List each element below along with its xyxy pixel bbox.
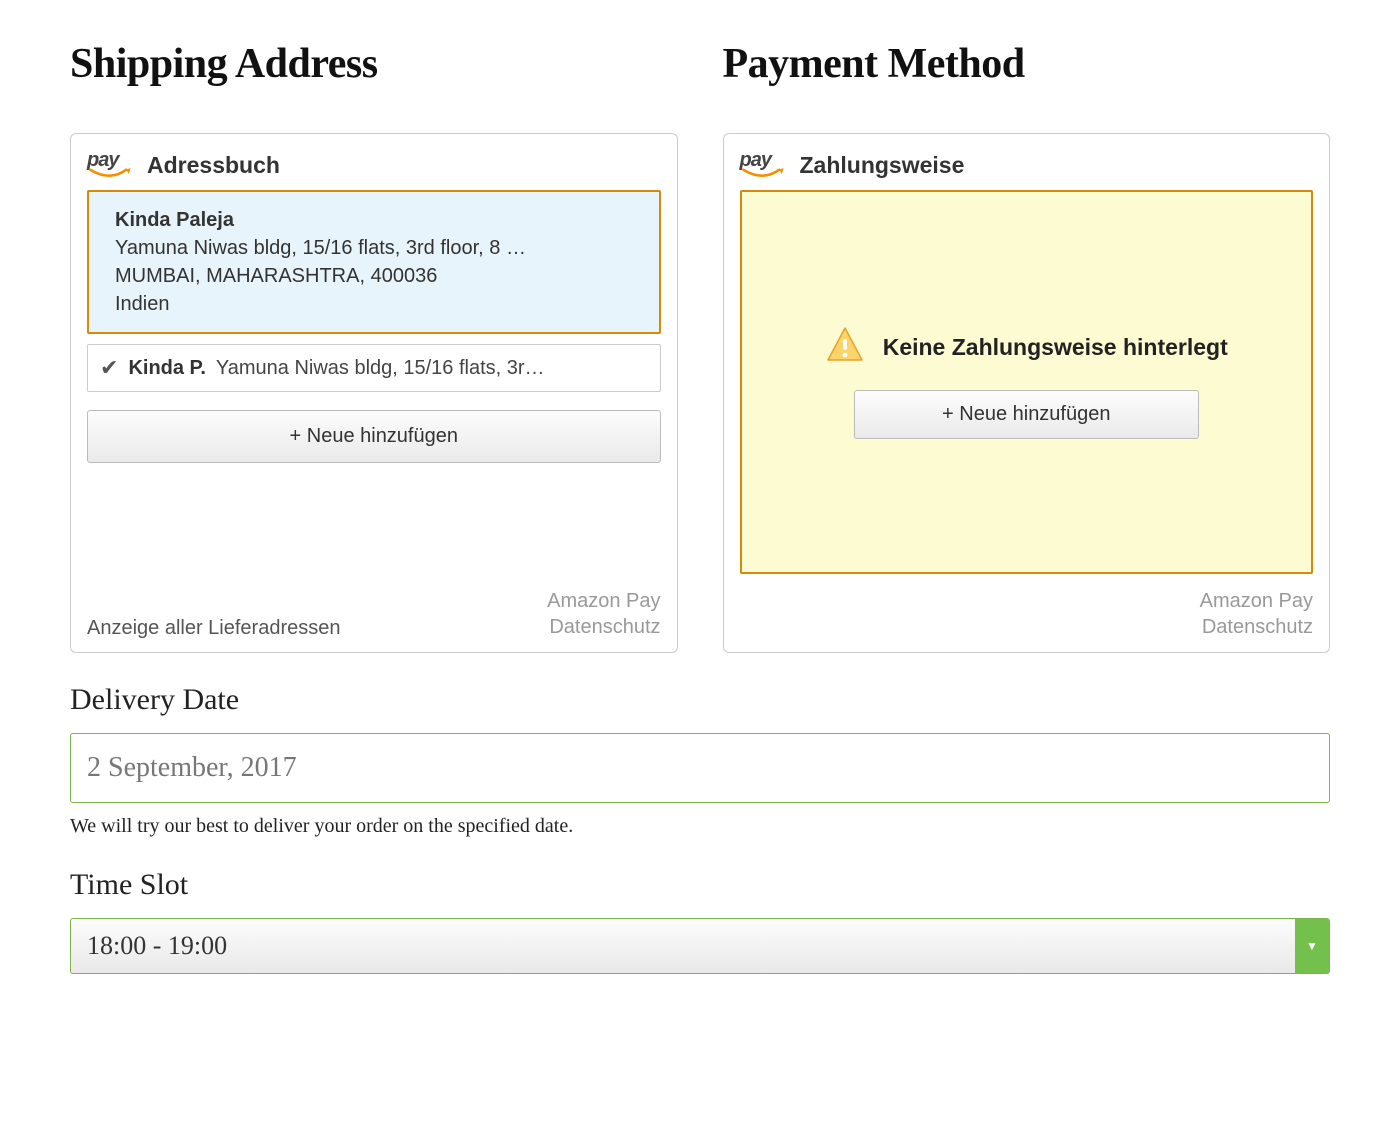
privacy-link[interactable]: Datenschutz	[1200, 614, 1313, 640]
payment-footer-links: Amazon Pay Datenschutz	[1200, 588, 1313, 640]
payment-empty-box: Keine Zahlungsweise hinterlegt + Neue hi…	[740, 190, 1314, 574]
show-all-addresses-link[interactable]: Anzeige aller Lieferadressen	[87, 617, 341, 640]
selected-address-card[interactable]: Kinda Paleja Yamuna Niwas bldg, 15/16 fl…	[87, 190, 661, 334]
warning-icon	[825, 325, 865, 370]
checkmark-icon: ✔	[100, 355, 118, 381]
shipping-column: Shipping Address pay Adressbuch Kinda Pa…	[70, 40, 678, 653]
payment-warning-text: Keine Zahlungsweise hinterlegt	[883, 334, 1228, 361]
shipping-title: Shipping Address	[70, 40, 678, 88]
delivery-date-note: We will try our best to deliver your ord…	[70, 815, 1330, 838]
address-name: Kinda Paleja	[115, 206, 633, 234]
address-option-rest: Yamuna Niwas bldg, 15/16 flats, 3r…	[216, 357, 545, 380]
payment-warning-line: Keine Zahlungsweise hinterlegt	[825, 325, 1228, 370]
payment-panel-footer: Amazon Pay Datenschutz	[740, 588, 1314, 640]
delivery-date-label: Delivery Date	[70, 683, 1330, 717]
add-payment-button[interactable]: + Neue hinzufügen	[854, 390, 1199, 439]
shipping-panel-header: pay Adressbuch	[87, 150, 661, 180]
shipping-panel-title: Adressbuch	[147, 152, 280, 179]
address-line1: Yamuna Niwas bldg, 15/16 flats, 3rd floo…	[115, 234, 633, 262]
payment-panel: pay Zahlungsweise Keine Zahlungsweise hi…	[723, 133, 1331, 653]
amazon-pay-icon: pay	[87, 150, 133, 180]
timeslot-label: Time Slot	[70, 868, 1330, 902]
payment-column: Payment Method pay Zahlungsweise	[723, 40, 1331, 653]
address-option[interactable]: ✔ Kinda P. Yamuna Niwas bldg, 15/16 flat…	[87, 344, 661, 392]
shipping-footer-links: Amazon Pay Datenschutz	[547, 588, 660, 640]
amazon-pay-link[interactable]: Amazon Pay	[547, 588, 660, 614]
timeslot-select[interactable]: 18:00 - 19:00 ▼	[70, 918, 1330, 974]
shipping-panel: pay Adressbuch Kinda Paleja Yamuna Niwas…	[70, 133, 678, 653]
timeslot-value: 18:00 - 19:00	[71, 919, 1295, 973]
address-option-name: Kinda P.	[128, 357, 205, 380]
amazon-pay-icon: pay	[740, 150, 786, 180]
address-line2: MUMBAI, MAHARASHTRA, 400036	[115, 262, 633, 290]
payment-title: Payment Method	[723, 40, 1331, 88]
payment-panel-header: pay Zahlungsweise	[740, 150, 1314, 180]
chevron-down-icon: ▼	[1295, 919, 1329, 973]
delivery-date-input[interactable]	[70, 733, 1330, 803]
shipping-panel-footer: Anzeige aller Lieferadressen Amazon Pay …	[87, 588, 661, 640]
privacy-link[interactable]: Datenschutz	[547, 614, 660, 640]
add-address-button[interactable]: + Neue hinzufügen	[87, 410, 661, 463]
amazon-pay-link[interactable]: Amazon Pay	[1200, 588, 1313, 614]
address-country: Indien	[115, 290, 633, 318]
top-row: Shipping Address pay Adressbuch Kinda Pa…	[70, 40, 1330, 653]
payment-panel-title: Zahlungsweise	[800, 152, 965, 179]
